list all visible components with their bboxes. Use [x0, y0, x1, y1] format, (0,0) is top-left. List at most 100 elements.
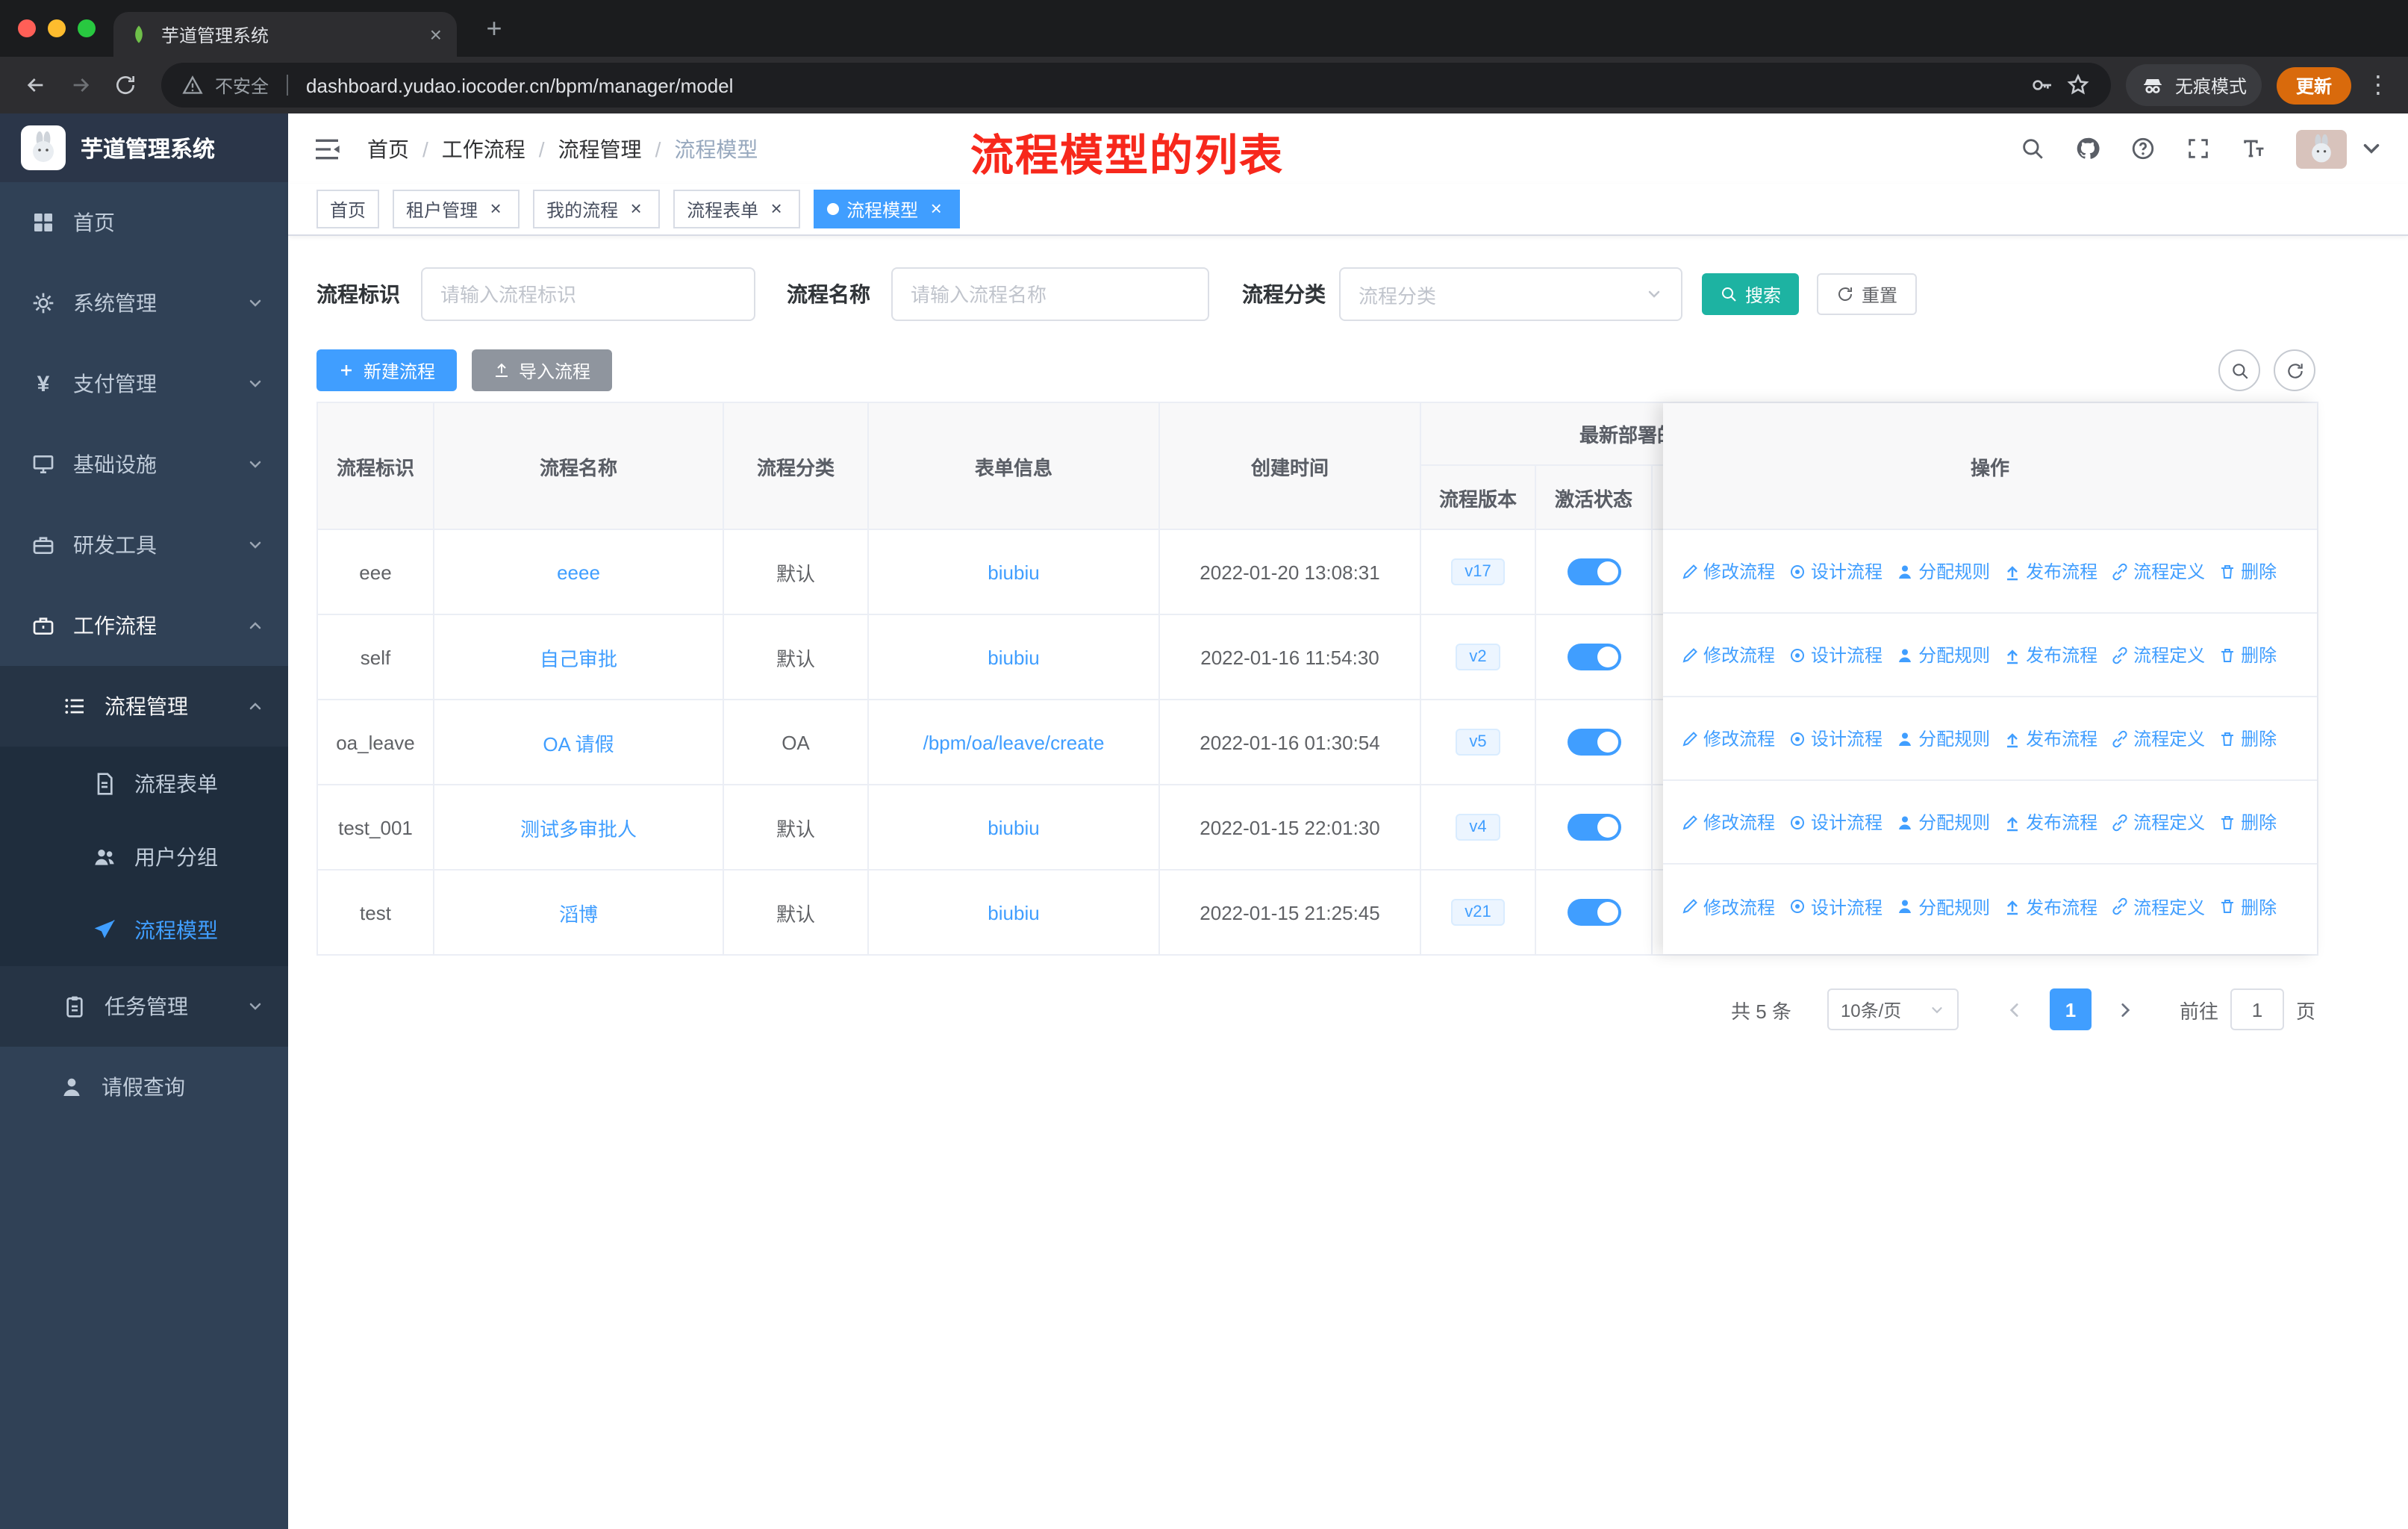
update-button[interactable]: 更新 [2276, 66, 2351, 104]
process-definition-link[interactable]: 流程定义 [2111, 894, 2205, 919]
design-process-link[interactable]: 设计流程 [1788, 558, 1883, 584]
zoom-window-button[interactable] [78, 19, 96, 37]
process-definition-link[interactable]: 流程定义 [2111, 642, 2205, 667]
process-name-input[interactable] [891, 267, 1209, 321]
minimize-window-button[interactable] [48, 19, 66, 37]
edit-process-link[interactable]: 修改流程 [1681, 726, 1775, 751]
active-switch[interactable] [1567, 644, 1621, 670]
browser-menu-button[interactable]: ⋮ [2366, 70, 2390, 100]
process-definition-link[interactable]: 流程定义 [2111, 809, 2205, 835]
sidebar-item-process-model[interactable]: 流程模型 [0, 893, 288, 966]
active-switch[interactable] [1567, 899, 1621, 926]
edit-process-link[interactable]: 修改流程 [1681, 809, 1775, 835]
sidebar-item-process-mgmt[interactable]: 流程管理 [0, 666, 288, 747]
search-icon[interactable] [2020, 136, 2045, 161]
help-icon[interactable] [2130, 136, 2156, 161]
user-avatar[interactable] [2296, 129, 2347, 168]
assign-rule-link[interactable]: 分配规则 [1896, 894, 1990, 919]
form-info-link[interactable]: biubiu [988, 646, 1039, 668]
process-name-link[interactable]: 自己审批 [540, 643, 617, 671]
assign-rule-link[interactable]: 分配规则 [1896, 726, 1990, 751]
close-icon[interactable]: × [626, 198, 646, 219]
breadcrumb-process-mgmt[interactable]: 流程管理 [558, 134, 642, 164]
active-switch[interactable] [1567, 814, 1621, 841]
fullscreen-icon[interactable] [2186, 136, 2211, 161]
process-name-link[interactable]: 测试多审批人 [520, 813, 637, 841]
page-1-button[interactable]: 1 [2049, 988, 2092, 1030]
form-info-link[interactable]: biubiu [988, 901, 1039, 924]
url-bar[interactable]: 不安全 dashboard.yudao.iocoder.cn/bpm/manag… [161, 63, 2111, 108]
tag-home[interactable]: 首页 [316, 190, 380, 228]
sidebar-item-workflow[interactable]: 工作流程 [0, 585, 288, 666]
edit-process-link[interactable]: 修改流程 [1681, 558, 1775, 584]
assign-rule-link[interactable]: 分配规则 [1896, 809, 1990, 835]
publish-process-link[interactable]: 发布流程 [2003, 642, 2097, 667]
tag-process-form[interactable]: 流程表单 × [673, 190, 801, 228]
key-icon[interactable] [2030, 73, 2054, 97]
prev-page-button[interactable] [1997, 1000, 2033, 1019]
sidebar-item-process-form[interactable]: 流程表单 [0, 747, 288, 820]
delete-link[interactable]: 删除 [2218, 642, 2277, 667]
publish-process-link[interactable]: 发布流程 [2003, 558, 2097, 584]
sidebar-item-leave-query[interactable]: 请假查询 [0, 1047, 288, 1127]
reset-button[interactable]: 重置 [1817, 273, 1918, 315]
edit-process-link[interactable]: 修改流程 [1681, 894, 1775, 919]
category-select[interactable]: 流程分类 [1339, 267, 1682, 321]
publish-process-link[interactable]: 发布流程 [2003, 809, 2097, 835]
sidebar-item-user-group[interactable]: 用户分组 [0, 820, 288, 893]
process-id-input[interactable] [421, 267, 755, 321]
process-definition-link[interactable]: 流程定义 [2111, 726, 2205, 751]
page-size-select[interactable]: 10条/页 [1827, 988, 1959, 1030]
delete-link[interactable]: 删除 [2218, 894, 2277, 919]
refresh-table-button[interactable] [2274, 349, 2315, 391]
breadcrumb-home[interactable]: 首页 [367, 134, 409, 164]
browser-tab[interactable]: 芋道管理系统 × [113, 12, 457, 57]
publish-process-link[interactable]: 发布流程 [2003, 726, 2097, 751]
sidebar-item-payment[interactable]: ¥ 支付管理 [0, 343, 288, 424]
publish-process-link[interactable]: 发布流程 [2003, 894, 2097, 919]
font-size-icon[interactable] [2241, 136, 2266, 161]
close-icon[interactable]: × [485, 198, 506, 219]
delete-link[interactable]: 删除 [2218, 809, 2277, 835]
sidebar-item-task-mgmt[interactable]: 任务管理 [0, 966, 288, 1047]
import-process-button[interactable]: 导入流程 [472, 349, 612, 391]
create-process-button[interactable]: 新建流程 [316, 349, 457, 391]
forward-button[interactable] [60, 64, 102, 106]
design-process-link[interactable]: 设计流程 [1788, 894, 1883, 919]
back-button[interactable] [15, 64, 57, 106]
delete-link[interactable]: 删除 [2218, 726, 2277, 751]
bookmark-star-icon[interactable] [2066, 73, 2090, 97]
design-process-link[interactable]: 设计流程 [1788, 809, 1883, 835]
reload-button[interactable] [105, 64, 146, 106]
assign-rule-link[interactable]: 分配规则 [1896, 642, 1990, 667]
close-icon[interactable]: × [926, 198, 946, 219]
process-name-link[interactable]: eeee [557, 561, 600, 583]
delete-link[interactable]: 删除 [2218, 558, 2277, 584]
app-logo[interactable]: 芋道管理系统 [0, 113, 288, 182]
design-process-link[interactable]: 设计流程 [1788, 642, 1883, 667]
active-switch[interactable] [1567, 558, 1621, 585]
sidebar-item-devtools[interactable]: 研发工具 [0, 505, 288, 585]
search-button[interactable]: 搜索 [1702, 273, 1800, 315]
sidebar-item-system[interactable]: 系统管理 [0, 263, 288, 343]
goto-page-input[interactable] [2230, 988, 2284, 1030]
breadcrumb-workflow[interactable]: 工作流程 [442, 134, 525, 164]
collapse-sidebar-button[interactable] [312, 134, 342, 164]
form-info-link[interactable]: /bpm/oa/leave/create [923, 731, 1105, 753]
active-switch[interactable] [1567, 729, 1621, 756]
form-info-link[interactable]: biubiu [988, 816, 1039, 838]
sidebar-item-home[interactable]: 首页 [0, 182, 288, 263]
close-icon[interactable]: × [766, 198, 787, 219]
edit-process-link[interactable]: 修改流程 [1681, 642, 1775, 667]
form-info-link[interactable]: biubiu [988, 561, 1039, 583]
new-tab-button[interactable]: + [478, 13, 511, 45]
design-process-link[interactable]: 设计流程 [1788, 726, 1883, 751]
tag-process-model[interactable]: 流程模型 × [814, 190, 961, 228]
tag-tenant[interactable]: 租户管理 × [393, 190, 520, 228]
tab-close-icon[interactable]: × [430, 24, 442, 45]
process-name-link[interactable]: 滔博 [559, 898, 598, 927]
process-name-link[interactable]: OA 请假 [543, 728, 614, 756]
tag-my-process[interactable]: 我的流程 × [533, 190, 661, 228]
process-definition-link[interactable]: 流程定义 [2111, 558, 2205, 584]
next-page-button[interactable] [2108, 1000, 2144, 1019]
